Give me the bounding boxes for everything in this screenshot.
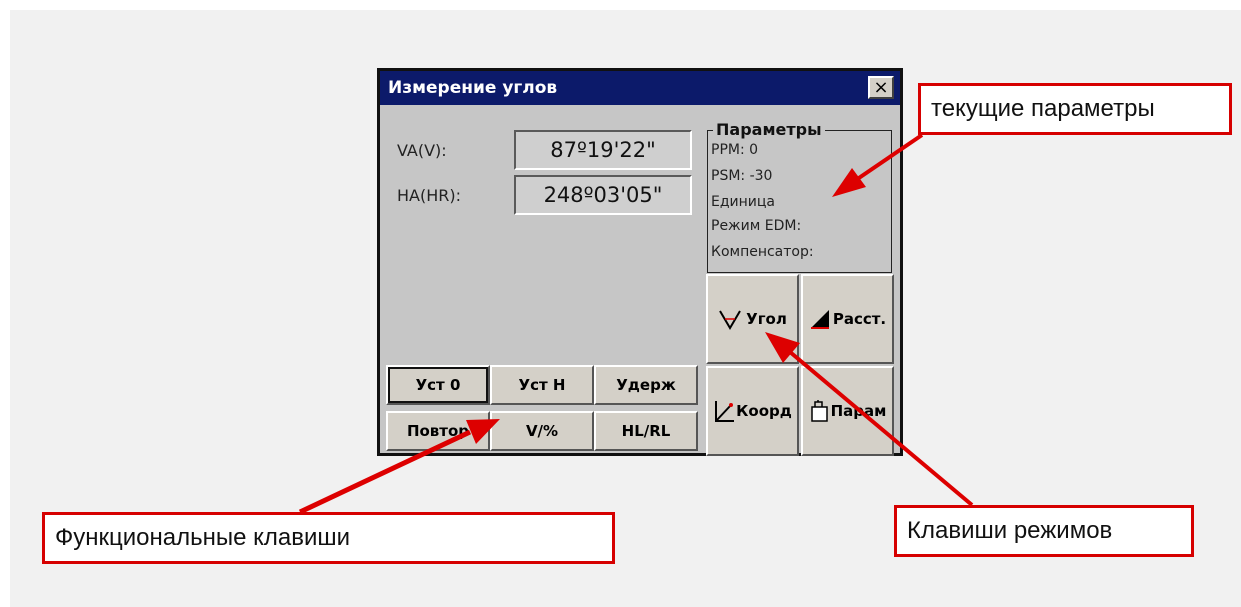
title-bar: Измерение углов ×	[380, 71, 900, 105]
angle-mode-label: Угол	[746, 310, 787, 328]
current-params-callout: текущие параметры	[918, 83, 1232, 135]
param-psm: PSM: -30	[711, 168, 773, 184]
param-compensator: Компенсатор:	[711, 244, 814, 260]
param-ppm: PPM: 0	[711, 142, 759, 158]
coordinates-icon	[715, 401, 735, 422]
hl-rl-button[interactable]: HL/RL	[594, 411, 698, 451]
param-unit: Единица	[711, 194, 775, 210]
set-zero-button[interactable]: Уст 0	[386, 365, 490, 405]
parameters-icon	[810, 400, 828, 422]
parameters-group: Параметры PPM: 0 PSM: -30 Единица Режим …	[707, 120, 892, 273]
param-edm-mode: Режим EDM:	[711, 218, 802, 234]
distance-mode-button[interactable]: Расст.	[801, 274, 894, 364]
coordinates-mode-label: Коорд	[736, 402, 792, 420]
angle-measurement-window: Измерение углов × VA(V): 87º19'22" HA(HR…	[377, 68, 903, 456]
angle-icon	[719, 310, 742, 330]
parameters-mode-button[interactable]: Парам	[801, 366, 894, 456]
set-h-button[interactable]: Уст Н	[490, 365, 594, 405]
distance-mode-label: Расст.	[832, 310, 887, 328]
va-value-field: 87º19'22"	[514, 130, 692, 170]
mode-keys-callout: Клавиши режимов	[894, 505, 1194, 557]
close-button[interactable]: ×	[868, 76, 894, 99]
parameters-mode-label: Парам	[830, 402, 887, 420]
v-percent-button[interactable]: V/%	[490, 411, 594, 451]
ha-label: HA(HR):	[397, 186, 461, 205]
angle-mode-button[interactable]: Угол	[706, 274, 799, 364]
coordinates-mode-button[interactable]: Коорд	[706, 366, 799, 456]
distance-icon	[810, 310, 829, 329]
hold-button[interactable]: Удерж	[594, 365, 698, 405]
repeat-button[interactable]: Повтор	[386, 411, 490, 451]
parameters-title: Параметры	[713, 120, 825, 139]
window-title: Измерение углов	[388, 78, 558, 98]
va-label: VA(V):	[397, 141, 447, 160]
function-keys-callout: Функциональные клавиши	[42, 512, 615, 564]
ha-value-field: 248º03'05"	[514, 175, 692, 215]
